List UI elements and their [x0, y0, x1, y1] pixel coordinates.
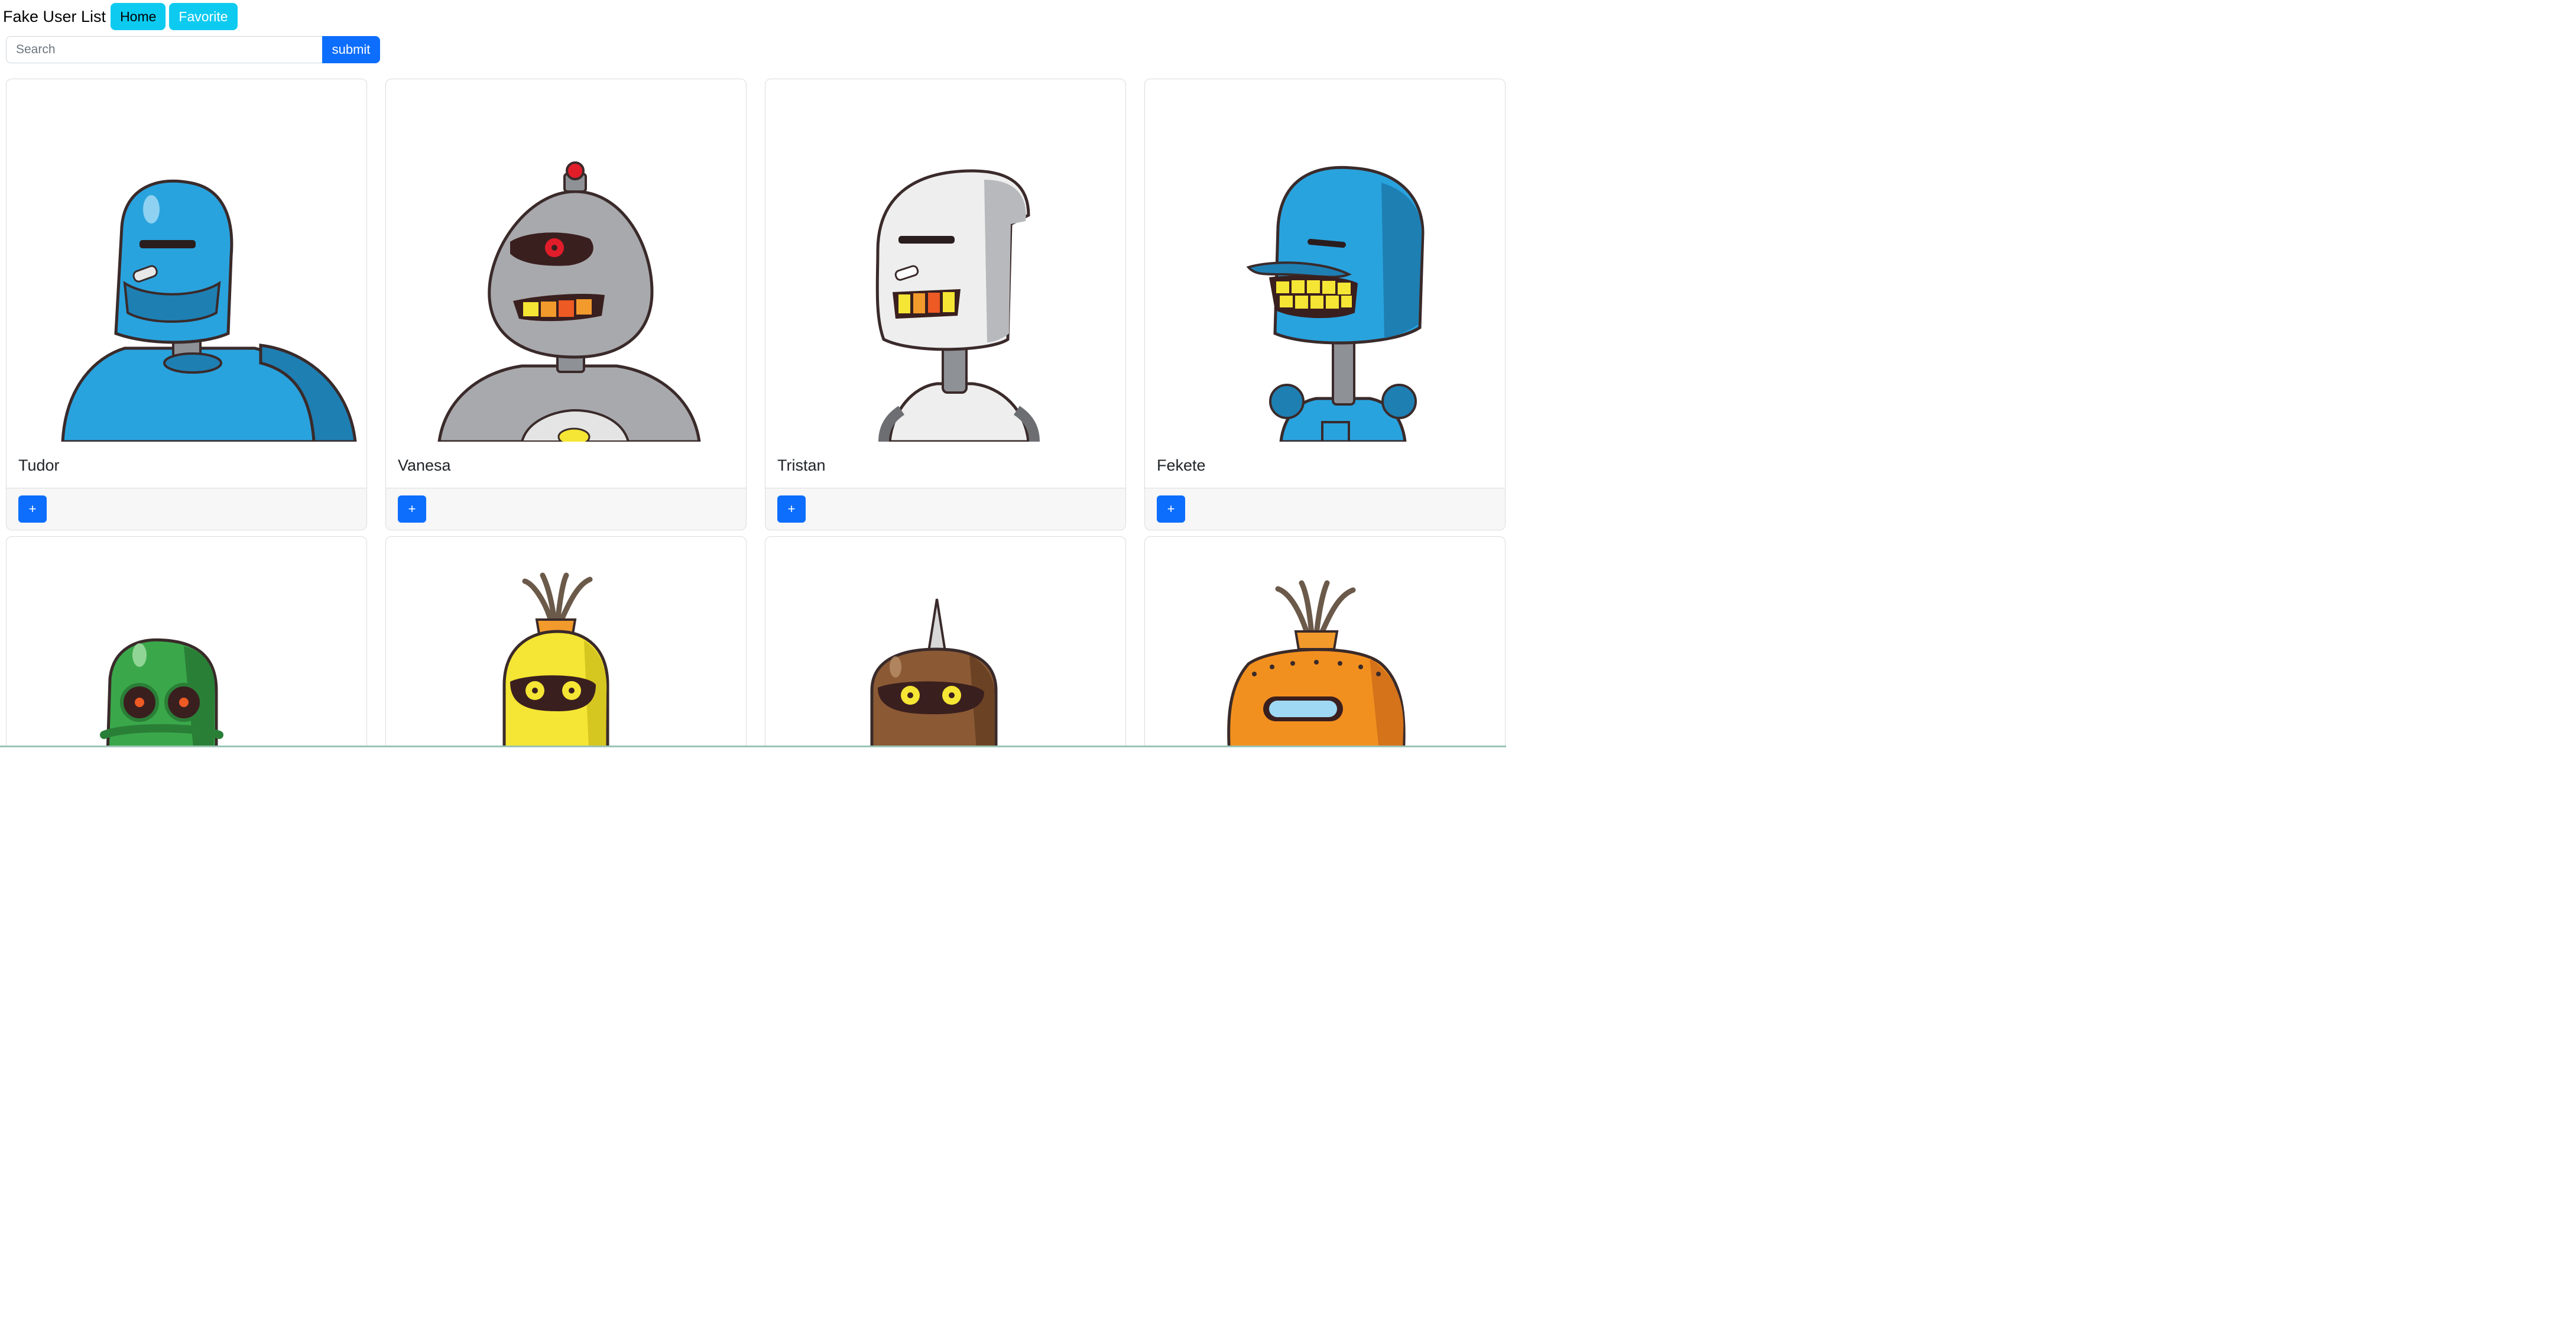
app-viewport: Fake User List Home Favorite submit	[0, 0, 1506, 747]
user-name: Tudor	[18, 456, 60, 474]
user-name: Vanesa	[398, 456, 451, 474]
user-card: +	[6, 536, 367, 746]
card-body: Vanesa	[386, 442, 746, 489]
card-footer: +	[1145, 488, 1505, 530]
card-body: Tristan	[765, 442, 1125, 489]
card-footer: +	[7, 488, 366, 530]
card-footer: +	[765, 488, 1125, 530]
robot-avatar	[765, 537, 1125, 746]
card-footer: +	[386, 488, 746, 530]
add-favorite-button[interactable]: +	[1157, 495, 1185, 523]
user-card: +	[1144, 536, 1506, 746]
robot-avatar	[765, 79, 1125, 442]
submit-button[interactable]: submit	[322, 36, 380, 63]
user-card-grid: Tudor + Vanesa + Tristan + Fekete +	[6, 79, 1506, 746]
add-favorite-button[interactable]: +	[18, 495, 47, 523]
robot-avatar	[1145, 537, 1505, 746]
robot-avatar	[7, 79, 366, 442]
user-card: Tristan +	[765, 79, 1126, 530]
add-favorite-button[interactable]: +	[777, 495, 806, 523]
user-name: Tristan	[777, 456, 826, 474]
robot-avatar	[7, 537, 366, 746]
add-favorite-button[interactable]: +	[398, 495, 426, 523]
user-name: Fekete	[1157, 456, 1206, 474]
robot-avatar	[386, 79, 746, 442]
brand-title: Fake User List	[3, 8, 106, 25]
home-button[interactable]: Home	[111, 3, 166, 30]
user-card: Fekete +	[1144, 79, 1506, 530]
user-card: Tudor +	[6, 79, 367, 530]
favorite-button[interactable]: Favorite	[169, 3, 238, 30]
search-input[interactable]	[6, 36, 322, 63]
robot-avatar	[1145, 79, 1505, 442]
user-card: +	[765, 536, 1126, 746]
robot-avatar	[386, 537, 746, 746]
card-body: Tudor	[7, 442, 366, 489]
card-body: Fekete	[1145, 442, 1505, 489]
user-card: Vanesa +	[385, 79, 747, 530]
search-form: submit	[6, 36, 380, 63]
navbar: Fake User List Home Favorite	[3, 3, 238, 30]
user-card: +	[385, 536, 747, 746]
